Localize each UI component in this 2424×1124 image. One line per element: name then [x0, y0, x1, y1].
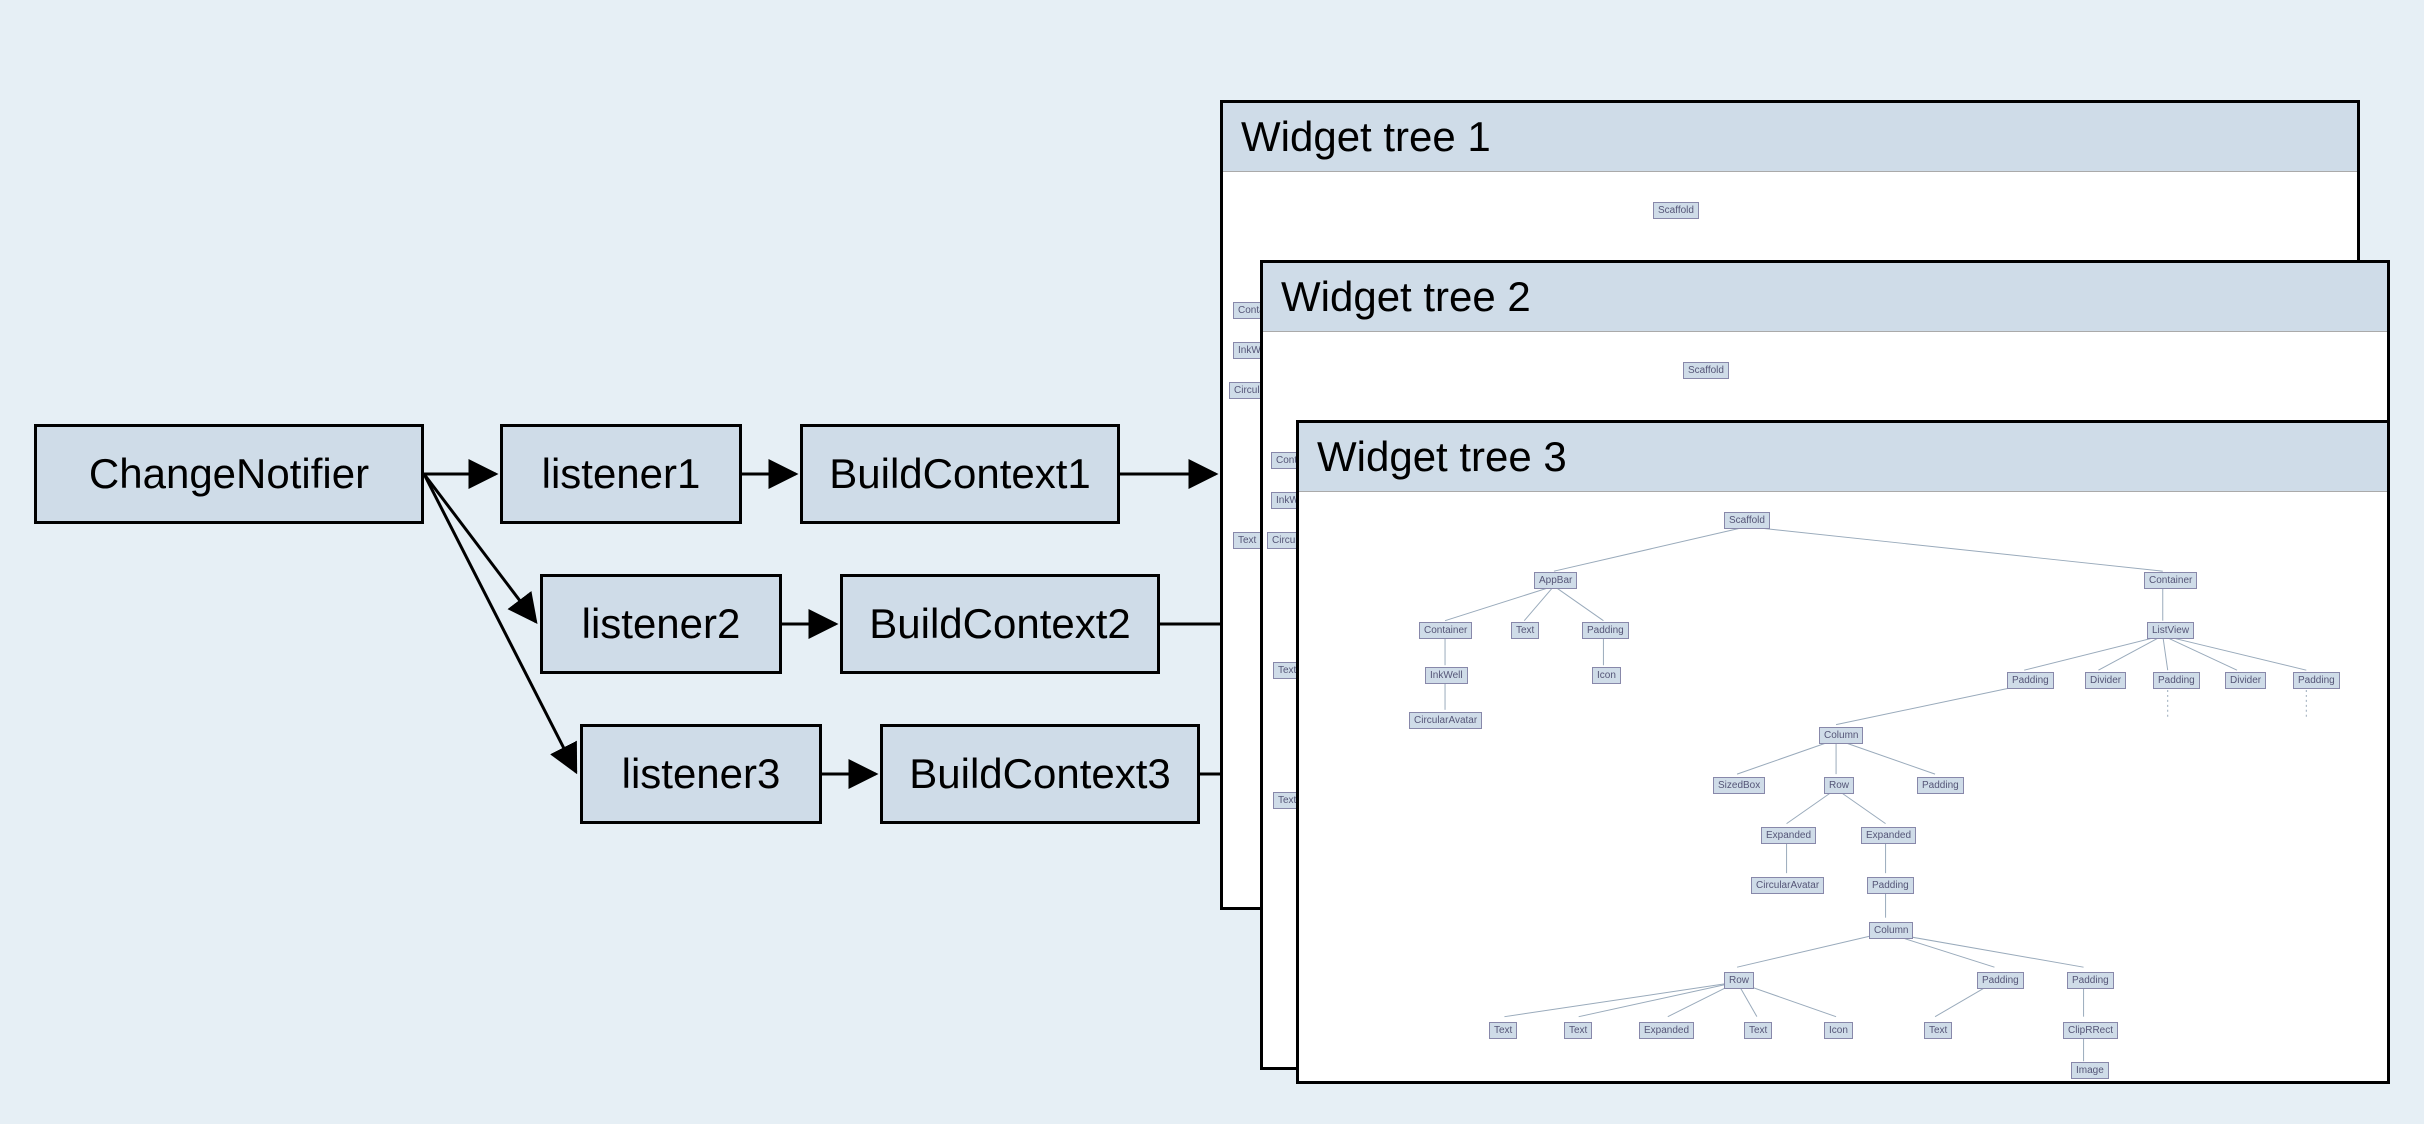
panel-header: Widget tree 1: [1223, 103, 2357, 172]
mini-scaffold: Scaffold: [1724, 512, 1770, 529]
mini-row: Row: [1724, 972, 1754, 989]
node-label: BuildContext2: [869, 600, 1131, 648]
mini-image: Image: [2071, 1062, 2109, 1079]
node-label: listener1: [542, 450, 701, 498]
panel-title: Widget tree 1: [1241, 113, 1491, 160]
buildcontext1-node: BuildContext1: [800, 424, 1120, 524]
mini-expanded: Expanded: [1861, 827, 1916, 844]
node-label: ChangeNotifier: [89, 450, 369, 498]
mini-text: Text: [1564, 1022, 1592, 1039]
mini-padding: Padding: [1917, 777, 1964, 794]
changenotifier-node: ChangeNotifier: [34, 424, 424, 524]
buildcontext3-node: BuildContext3: [880, 724, 1200, 824]
mini-divider: Divider: [2085, 672, 2126, 689]
node-label: listener2: [582, 600, 741, 648]
mini-listview: ListView: [2147, 622, 2194, 639]
mini-sizedbox: SizedBox: [1713, 777, 1765, 794]
widget-tree-3-panel: Widget tree 3: [1296, 420, 2390, 1084]
mini-divider: Divider: [2225, 672, 2266, 689]
mini-icon: Icon: [1592, 667, 1621, 684]
panel-header: Widget tree 2: [1263, 263, 2387, 332]
mini-padding: Padding: [2153, 672, 2200, 689]
mini-text: Text: [1924, 1022, 1952, 1039]
mini-node: Text: [1233, 532, 1261, 549]
mini-cliprrect: ClipRRect: [2063, 1022, 2118, 1039]
mini-circularavatar: CircularAvatar: [1409, 712, 1482, 729]
panel-body: Scaffold AppBar Container Container Text…: [1299, 492, 2387, 1084]
mini-node: Scaffold: [1683, 362, 1729, 379]
node-label: BuildContext1: [829, 450, 1091, 498]
mini-expanded: Expanded: [1639, 1022, 1694, 1039]
listener3-node: listener3: [580, 724, 822, 824]
buildcontext2-node: BuildContext2: [840, 574, 1160, 674]
mini-text: Text: [1744, 1022, 1772, 1039]
listener2-node: listener2: [540, 574, 782, 674]
mini-padding: Padding: [1977, 972, 2024, 989]
panel-title: Widget tree 3: [1317, 433, 1567, 480]
panel-title: Widget tree 2: [1281, 273, 1531, 320]
mini-container: Container: [2144, 572, 2197, 589]
listener1-node: listener1: [500, 424, 742, 524]
mini-padding: Padding: [2067, 972, 2114, 989]
mini-padding: Padding: [2007, 672, 2054, 689]
mini-text: Text: [1511, 622, 1539, 639]
mini-padding: Padding: [2293, 672, 2340, 689]
mini-appbar: AppBar: [1534, 572, 1577, 589]
mini-container: Container: [1419, 622, 1472, 639]
mini-padding: Padding: [1867, 877, 1914, 894]
mini-text: Text: [1489, 1022, 1517, 1039]
mini-padding: Padding: [1582, 622, 1629, 639]
mini-icon: Icon: [1824, 1022, 1853, 1039]
mini-node: Scaffold: [1653, 202, 1699, 219]
mini-expanded: Expanded: [1761, 827, 1816, 844]
mini-column: Column: [1819, 727, 1863, 744]
node-label: listener3: [622, 750, 781, 798]
panel-header: Widget tree 3: [1299, 423, 2387, 492]
mini-row: Row: [1824, 777, 1854, 794]
node-label: BuildContext3: [909, 750, 1171, 798]
mini-inkwell: InkWell: [1425, 667, 1468, 684]
mini-circularavatar: CircularAvatar: [1751, 877, 1824, 894]
mini-column: Column: [1869, 922, 1913, 939]
